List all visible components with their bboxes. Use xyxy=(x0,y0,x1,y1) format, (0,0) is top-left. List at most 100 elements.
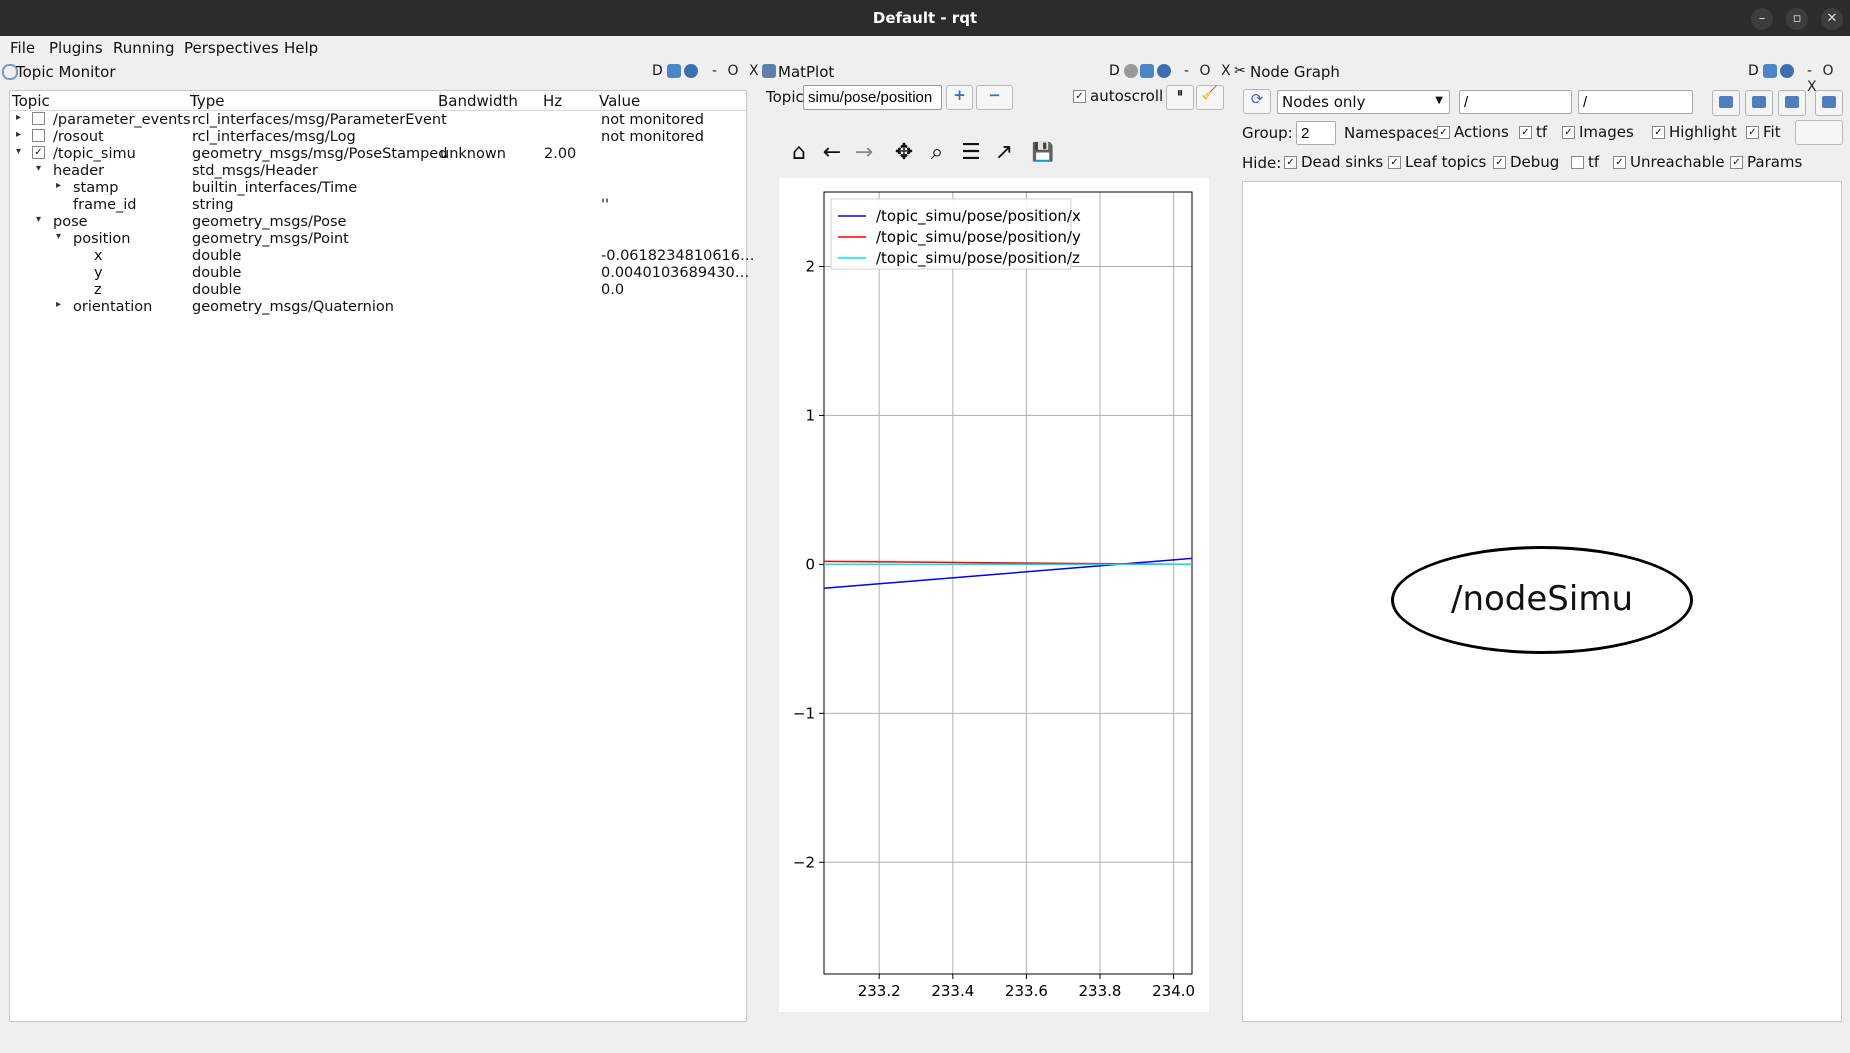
help-icon[interactable] xyxy=(1780,64,1794,78)
images-check[interactable]: ✓ xyxy=(1562,126,1575,139)
add-topic-button[interactable]: + xyxy=(946,85,973,110)
zoom-icon[interactable]: ⌕ xyxy=(924,140,950,166)
menu-perspectives[interactable]: Perspectives xyxy=(184,39,279,57)
tf-checkbox[interactable]: ✓ tf xyxy=(1519,123,1547,141)
topic-monitor-table[interactable]: Topic Type Bandwidth Hz Value ▸ /paramet… xyxy=(9,90,755,1022)
leaf-topics-checkbox[interactable]: ✓ Leaf topics xyxy=(1388,153,1486,171)
table-row[interactable]: z double 0.0 xyxy=(10,282,746,299)
dock-d-button[interactable]: D xyxy=(1109,63,1120,79)
group-spinbox[interactable] xyxy=(1296,121,1336,145)
tf-check[interactable]: ✓ xyxy=(1519,126,1532,139)
col-bandwidth[interactable]: Bandwidth xyxy=(438,92,546,110)
debug-check[interactable]: ✓ xyxy=(1493,156,1506,169)
fit-checkbox[interactable]: ✓ Fit xyxy=(1746,123,1781,141)
configure-icon[interactable]: ☰ xyxy=(958,140,984,166)
monitor-checkbox[interactable]: ✓ xyxy=(32,146,45,159)
expand-arrow-icon[interactable]: ▸ xyxy=(56,180,61,191)
axes-icon[interactable]: ↗ xyxy=(991,140,1017,166)
minimize-button[interactable]: – xyxy=(1751,8,1773,30)
help-icon[interactable] xyxy=(1157,64,1171,78)
menu-running[interactable]: Running xyxy=(113,39,174,57)
save-icon[interactable]: 💾 xyxy=(1030,140,1056,166)
topic-filter-input[interactable] xyxy=(1578,90,1693,114)
close-button[interactable]: ✕ xyxy=(1821,8,1843,30)
topic-input[interactable] xyxy=(803,85,942,110)
table-row[interactable]: ▾ pose geometry_msgs/Pose xyxy=(10,214,746,231)
collapse-arrow-icon[interactable]: ▾ xyxy=(36,163,41,174)
autoscroll-check[interactable]: ✓ xyxy=(1073,90,1086,103)
line-chart[interactable]: 233.2 233.4 233.6 233.8 234.0 2 1 0 −1 −2/topic_s… xyxy=(779,178,1209,1012)
namespaces-label[interactable]: Namespaces xyxy=(1344,124,1440,142)
unreachable-check[interactable]: ✓ xyxy=(1613,156,1626,169)
expand-arrow-icon[interactable]: ▸ xyxy=(16,112,21,123)
highlight-check[interactable]: ✓ xyxy=(1652,126,1665,139)
save-dot-button[interactable] xyxy=(1745,90,1773,116)
reload-icon[interactable] xyxy=(667,64,681,78)
table-row[interactable]: frame_id string '' xyxy=(10,197,746,214)
leaf-topics-check[interactable]: ✓ xyxy=(1388,156,1401,169)
menu-file[interactable]: File xyxy=(10,39,35,57)
fit-view-button[interactable] xyxy=(1795,120,1843,145)
highlight-checkbox[interactable]: ✓ Highlight xyxy=(1652,123,1737,141)
actions-check[interactable]: ✓ xyxy=(1437,126,1450,139)
params-checkbox[interactable]: ✓ Params xyxy=(1730,153,1802,171)
reload-icon[interactable] xyxy=(1140,64,1154,78)
help-icon[interactable] xyxy=(684,64,698,78)
node-graph-canvas[interactable]: /nodeSimu xyxy=(1242,181,1842,1022)
clear-button[interactable]: 🧹 xyxy=(1196,85,1224,110)
images-checkbox[interactable]: ✓ Images xyxy=(1562,123,1634,141)
forward-icon[interactable]: → xyxy=(851,140,877,166)
collapse-arrow-icon[interactable]: ▾ xyxy=(56,231,61,242)
monitor-checkbox[interactable] xyxy=(32,112,45,125)
save-svg-button[interactable] xyxy=(1778,90,1806,116)
table-row[interactable]: ▾ ✓ /topic_simu geometry_msgs/msg/PoseSt… xyxy=(10,146,746,163)
graph-mode-select[interactable]: Nodes only ▼ xyxy=(1277,90,1450,114)
col-type[interactable]: Type xyxy=(190,92,441,110)
load-dot-button[interactable] xyxy=(1712,90,1740,116)
hide-tf-check[interactable] xyxy=(1571,156,1584,169)
unreachable-checkbox[interactable]: ✓ Unreachable xyxy=(1613,153,1725,171)
table-row[interactable]: y double 0.0040103689430… xyxy=(10,265,749,282)
node-ellipse[interactable]: /nodeSimu xyxy=(1391,546,1693,654)
collapse-arrow-icon[interactable]: ▾ xyxy=(16,146,21,157)
col-hz[interactable]: Hz xyxy=(543,92,602,110)
restore-button[interactable]: ▫ xyxy=(1786,8,1808,30)
expand-arrow-icon[interactable]: ▸ xyxy=(56,299,61,310)
settings-icon[interactable] xyxy=(1124,64,1138,78)
table-row[interactable]: ▾ header std_msgs/Header xyxy=(10,163,746,180)
dock-window-controls[interactable]: - O X xyxy=(1184,63,1234,79)
fit-check[interactable]: ✓ xyxy=(1746,126,1759,139)
node-filter-input[interactable] xyxy=(1459,90,1572,114)
expand-arrow-icon[interactable]: ▸ xyxy=(16,129,21,140)
plot-canvas[interactable]: 233.2 233.4 233.6 233.8 234.0 2 1 0 −1 −2/topic_s… xyxy=(779,178,1209,1012)
table-row[interactable]: x double -0.0618234810616… xyxy=(10,248,755,265)
debug-checkbox[interactable]: ✓ Debug xyxy=(1493,153,1559,171)
dead-sinks-checkbox[interactable]: ✓ Dead sinks xyxy=(1284,153,1383,171)
pause-button[interactable]: ⏸ xyxy=(1166,85,1194,110)
remove-topic-button[interactable]: − xyxy=(976,85,1013,110)
col-topic[interactable]: Topic xyxy=(12,92,194,110)
table-row[interactable]: ▸ /parameter_events rcl_interfaces/msg/P… xyxy=(10,112,746,129)
refresh-graph-button[interactable]: ⟳ xyxy=(1243,89,1271,114)
menu-plugins[interactable]: Plugins xyxy=(49,39,103,57)
dock-window-controls[interactable]: - O X xyxy=(712,63,762,79)
hide-tf-checkbox[interactable]: tf xyxy=(1571,153,1599,171)
table-row[interactable]: ▸ stamp builtin_interfaces/Time xyxy=(10,180,746,197)
dead-sinks-check[interactable]: ✓ xyxy=(1284,156,1297,169)
autoscroll-checkbox[interactable]: ✓ autoscroll xyxy=(1073,87,1163,105)
col-value[interactable]: Value xyxy=(599,92,745,110)
table-row[interactable]: ▾ position geometry_msgs/Point xyxy=(10,231,746,248)
table-row[interactable]: ▸ /rosout rcl_interfaces/msg/Log not mon… xyxy=(10,129,746,146)
save-image-button[interactable] xyxy=(1815,90,1843,116)
dock-d-button[interactable]: D xyxy=(652,63,663,79)
pan-icon[interactable]: ✥ xyxy=(891,140,917,166)
dock-d-button[interactable]: D xyxy=(1748,63,1759,79)
table-row[interactable]: ▸ orientation geometry_msgs/Quaternion xyxy=(10,299,746,316)
monitor-checkbox[interactable] xyxy=(32,129,45,142)
back-icon[interactable]: ← xyxy=(819,140,845,166)
params-check[interactable]: ✓ xyxy=(1730,156,1743,169)
actions-checkbox[interactable]: ✓ Actions xyxy=(1437,123,1509,141)
collapse-arrow-icon[interactable]: ▾ xyxy=(36,214,41,225)
menu-help[interactable]: Help xyxy=(284,39,318,57)
reload-icon[interactable] xyxy=(1763,64,1777,78)
